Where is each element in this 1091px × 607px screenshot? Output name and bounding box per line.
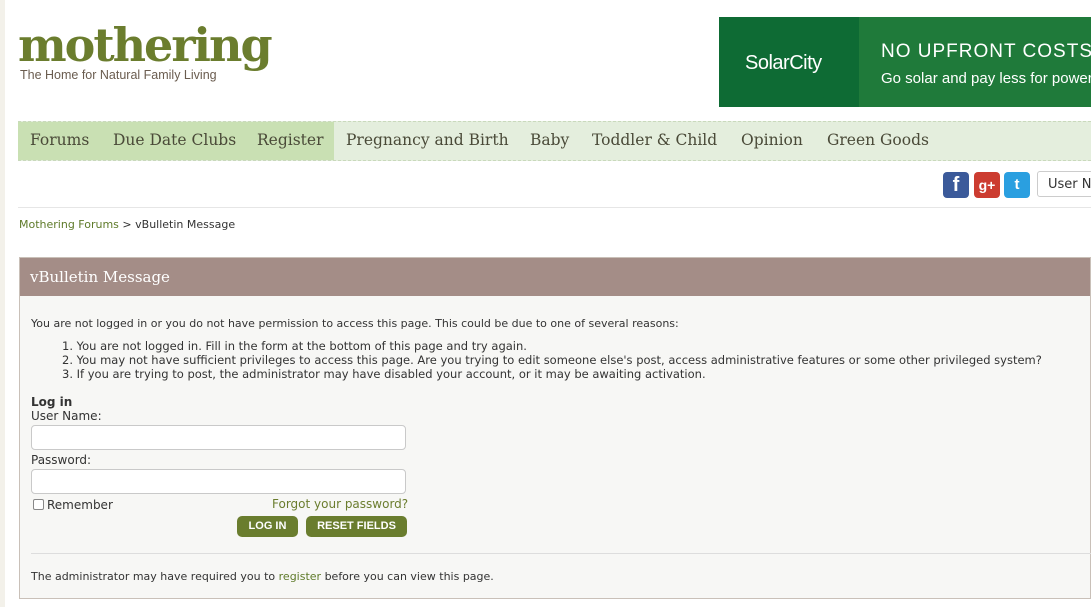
message-header: vBulletin Message [20,258,1090,296]
vbulletin-message-panel: vBulletin Message You are not logged in … [19,257,1091,599]
register-notice: The administrator may have required you … [31,570,494,583]
main-nav: Forums Due Date Clubs Register Pregnancy… [18,121,1091,161]
username-label: User Name: [31,409,102,423]
divider [18,207,1091,208]
message-title: vBulletin Message [30,268,170,286]
site-tagline: The Home for Natural Family Living [20,68,217,82]
register-link[interactable]: register [279,570,321,583]
breadcrumb: Mothering Forums > vBulletin Message [19,218,235,231]
google-plus-icon[interactable]: g+ [974,172,1000,198]
message-divider [31,553,1091,554]
nav-item-register[interactable]: Register [257,131,324,149]
nav-item-due-date-clubs[interactable]: Due Date Clubs [113,131,236,149]
nav-item-toddler-child[interactable]: Toddler & Child [592,131,717,149]
nav-item-forums[interactable]: Forums [30,131,89,149]
header-username-field[interactable]: User Name [1037,171,1091,197]
breadcrumb-home-link[interactable]: Mothering Forums [19,218,119,231]
site-logo[interactable]: mothering [18,22,273,68]
login-button[interactable]: LOG IN [237,516,298,537]
password-input[interactable] [31,469,406,494]
reason-item: 2. You may not have sufficient privilege… [62,353,1042,367]
breadcrumb-separator: > [122,218,132,231]
username-input[interactable] [31,425,406,450]
reset-fields-button[interactable]: RESET FIELDS [306,516,407,537]
nav-item-opinion[interactable]: Opinion [741,131,803,149]
ad-headline: NO UPFRONT COSTS. [881,41,1091,62]
ad-brand-logo: SolarCity [745,52,822,74]
nav-item-baby[interactable]: Baby [530,131,569,149]
page: mothering The Home for Natural Family Li… [5,0,1091,607]
forgot-password-link[interactable]: Forgot your password? [272,497,408,511]
nav-item-green-goods[interactable]: Green Goods [827,131,929,149]
remember-checkbox[interactable] [33,499,44,510]
reason-item: 3. If you are trying to post, the admini… [62,367,706,381]
ad-subline: Go solar and pay less for power [881,70,1091,87]
twitter-icon[interactable]: t [1004,172,1030,198]
register-notice-text-end: before you can view this page. [324,570,494,583]
register-notice-text: The administrator may have required you … [31,570,276,583]
password-label: Password: [31,453,92,467]
breadcrumb-current: vBulletin Message [135,218,236,231]
solarcity-ad-banner[interactable]: SolarCity NO UPFRONT COSTS. Go solar and… [719,17,1091,107]
login-heading: Log in [31,395,73,409]
facebook-icon[interactable]: f [943,172,969,198]
message-intro: You are not logged in or you do not have… [31,317,679,330]
nav-item-pregnancy-and-birth[interactable]: Pregnancy and Birth [346,131,509,149]
ad-diagonal-shape [819,17,859,107]
remember-label[interactable]: Remember [47,498,113,512]
reason-item: 1. You are not logged in. Fill in the fo… [62,339,527,353]
